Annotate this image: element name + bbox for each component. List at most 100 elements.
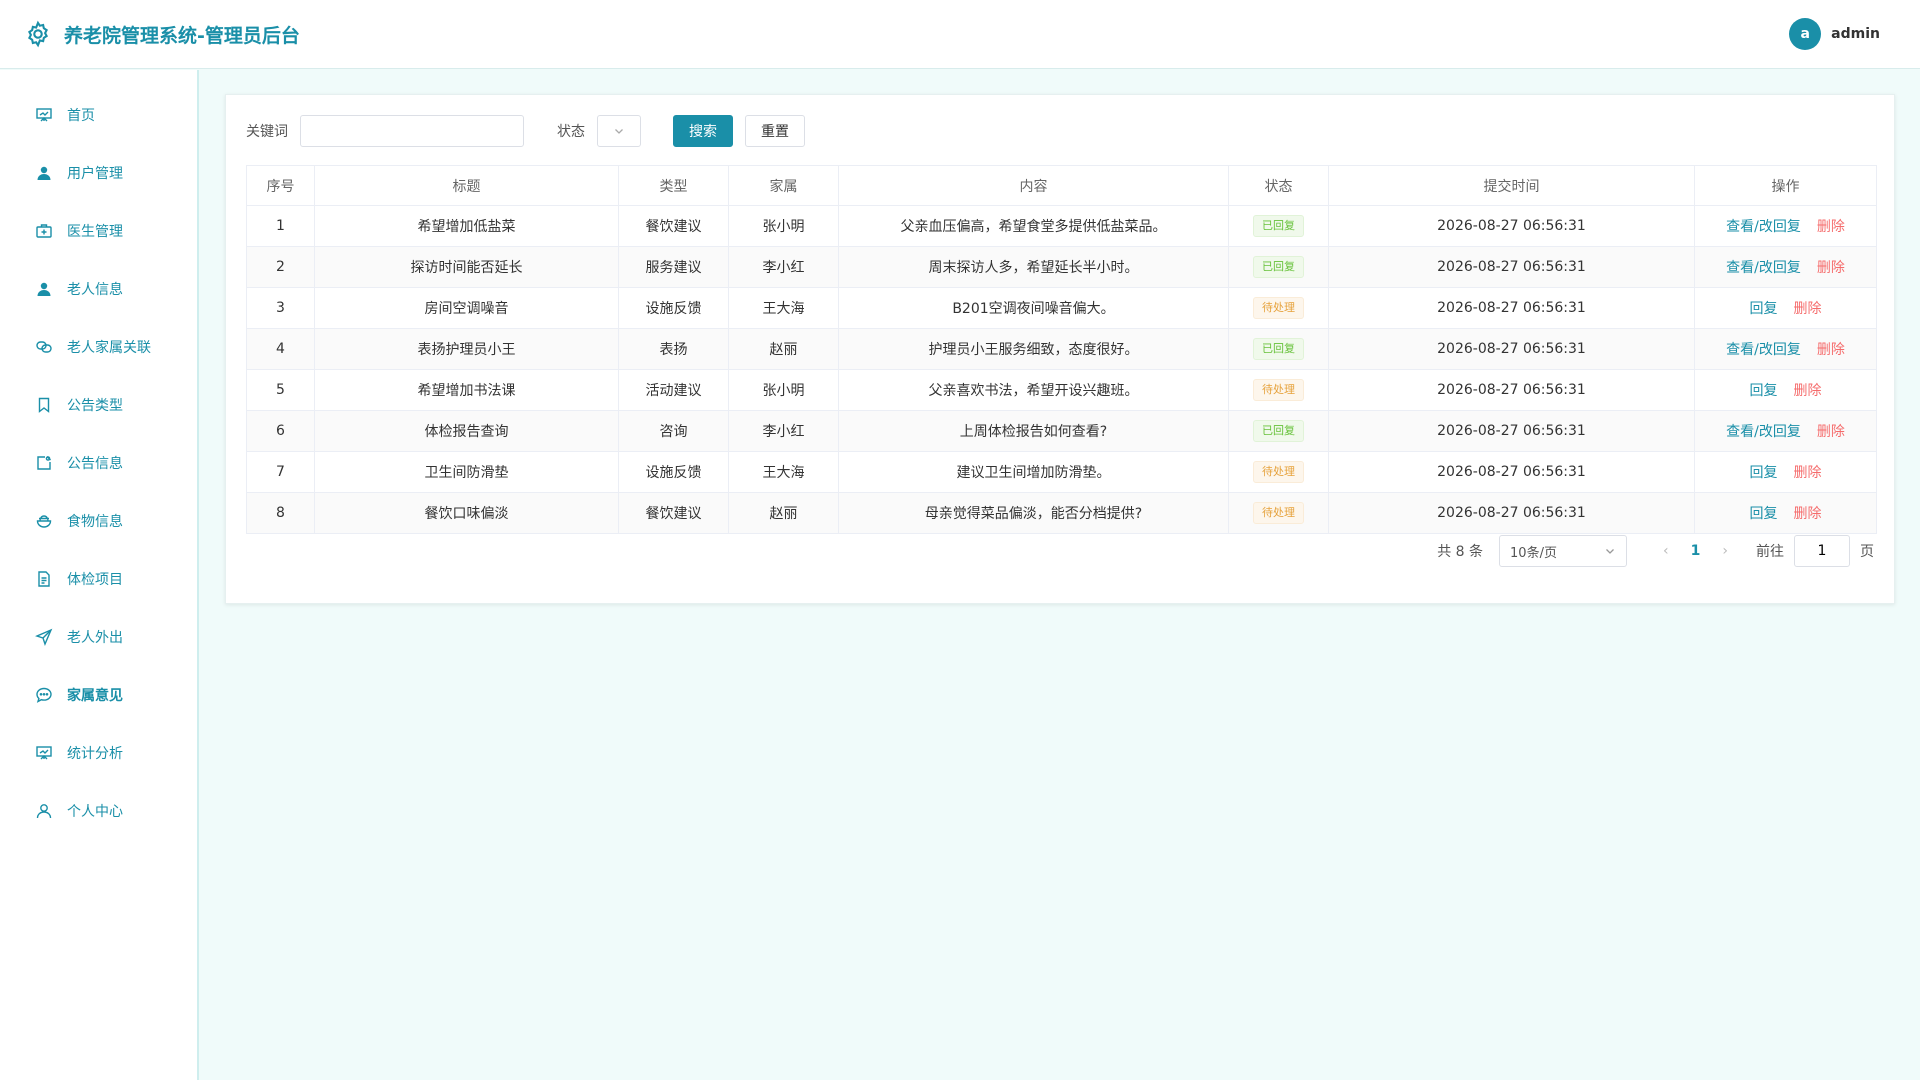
delete-link[interactable]: 删除 (1794, 383, 1822, 399)
status-badge: 已回复 (1253, 256, 1304, 278)
gear-icon (28, 20, 48, 48)
page-size-value: 10条/页 (1510, 545, 1557, 561)
sidebar-item-label: 公告类型 (67, 398, 123, 414)
cell-actions: 回复 删除 (1694, 287, 1877, 329)
sidebar-item-label: 老人家属关联 (67, 340, 151, 356)
sidebar-item-8[interactable]: 体检项目 (0, 550, 197, 608)
sidebar-item-6[interactable]: 公告信息 (0, 434, 197, 492)
sidebar-item-label: 统计分析 (67, 746, 123, 762)
column-header: 状态 (1228, 165, 1329, 206)
prev-page-button[interactable]: ‹ (1663, 543, 1669, 559)
cell-actions: 回复 删除 (1694, 369, 1877, 411)
cell-actions: 查看/改回复 删除 (1694, 246, 1877, 288)
sidebar-item-2[interactable]: 医生管理 (0, 202, 197, 260)
sidebar-item-3[interactable]: 老人信息 (0, 260, 197, 318)
sidebar-item-label: 首页 (67, 108, 95, 124)
sidebar-item-5[interactable]: 公告类型 (0, 376, 197, 434)
cell-status: 待处理 (1228, 287, 1329, 329)
sidebar-item-10[interactable]: 家属意见 (0, 666, 197, 724)
cell-family: 王大海 (728, 287, 839, 329)
reply-link[interactable]: 回复 (1750, 465, 1778, 481)
reset-button[interactable]: 重置 (745, 115, 805, 147)
presentation-icon (35, 744, 53, 762)
cell-title: 餐饮口味偏淡 (314, 492, 619, 534)
cell-no: 6 (246, 410, 315, 452)
cell-type: 服务建议 (618, 246, 729, 288)
cell-time: 2026-08-27 06:56:31 (1328, 205, 1695, 247)
user-filled-icon (35, 164, 53, 182)
status-label: 状态 (557, 124, 585, 140)
delete-link[interactable]: 删除 (1817, 342, 1845, 358)
chevron-down-icon (615, 129, 623, 134)
sidebar-item-12[interactable]: 个人中心 (0, 782, 197, 840)
sidebar-item-9[interactable]: 老人外出 (0, 608, 197, 666)
cell-time: 2026-08-27 06:56:31 (1328, 369, 1695, 411)
cell-time: 2026-08-27 06:56:31 (1328, 246, 1695, 288)
reply-link[interactable]: 回复 (1750, 506, 1778, 522)
sidebar-item-label: 食物信息 (67, 514, 123, 530)
cell-no: 3 (246, 287, 315, 329)
username[interactable]: admin (1831, 26, 1880, 42)
cell-no: 7 (246, 451, 315, 493)
sidebar-item-7[interactable]: 食物信息 (0, 492, 197, 550)
cell-type: 活动建议 (618, 369, 729, 411)
status-select[interactable] (597, 115, 641, 147)
pagination: 共 8 条 10条/页 ‹ 1 › 前往 页 (1437, 535, 1874, 567)
view-edit-reply-link[interactable]: 查看/改回复 (1726, 424, 1801, 440)
feedback-table: 序号 标题 类型 家属 内容 状态 提交时间 操作 1 希望增加低盐菜 餐饮建议 张小明 父亲血压偏高… (246, 165, 1877, 534)
cell-content: 父亲喜欢书法，希望开设兴趣班。 (838, 369, 1229, 411)
cell-status: 已回复 (1228, 246, 1329, 288)
cell-time: 2026-08-27 06:56:31 (1328, 287, 1695, 329)
cell-status: 待处理 (1228, 369, 1329, 411)
column-header: 内容 (838, 165, 1229, 206)
table-row: 7 卫生间防滑垫 设施反馈 王大海 建议卫生间增加防滑垫。 待处理 2026-08-27 0… (246, 451, 1877, 493)
view-edit-reply-link[interactable]: 查看/改回复 (1726, 260, 1801, 276)
cell-type: 餐饮建议 (618, 492, 729, 534)
cell-type: 表扬 (618, 328, 729, 370)
delete-link[interactable]: 删除 (1794, 506, 1822, 522)
sidebar-item-11[interactable]: 统计分析 (0, 724, 197, 782)
view-edit-reply-link[interactable]: 查看/改回复 (1726, 219, 1801, 235)
cell-status: 待处理 (1228, 492, 1329, 534)
sidebar-item-0[interactable]: 首页 (0, 86, 197, 144)
user-menu[interactable]: a admin (1789, 18, 1880, 50)
delete-link[interactable]: 删除 (1794, 465, 1822, 481)
keyword-input[interactable] (300, 115, 524, 147)
cell-type: 设施反馈 (618, 451, 729, 493)
delete-link[interactable]: 删除 (1817, 424, 1845, 440)
delete-link[interactable]: 删除 (1794, 301, 1822, 317)
reply-link[interactable]: 回复 (1750, 383, 1778, 399)
goto-page-input[interactable] (1794, 535, 1850, 567)
sidebar-item-4[interactable]: 老人家属关联 (0, 318, 197, 376)
cell-title: 卫生间防滑垫 (314, 451, 619, 493)
sidebar-item-label: 体检项目 (67, 572, 123, 588)
cell-type: 咨询 (618, 410, 729, 452)
page-number[interactable]: 1 (1691, 543, 1701, 559)
cell-family: 赵丽 (728, 328, 839, 370)
cell-family: 张小明 (728, 205, 839, 247)
cell-family: 张小明 (728, 369, 839, 411)
cell-family: 赵丽 (728, 492, 839, 534)
next-page-button[interactable]: › (1722, 543, 1728, 559)
status-badge: 待处理 (1253, 379, 1304, 401)
table-row: 2 探访时间能否延长 服务建议 李小红 周末探访人多，希望延长半小时。 已回复 2026-0… (246, 246, 1877, 288)
cell-time: 2026-08-27 06:56:31 (1328, 410, 1695, 452)
sidebar-item-1[interactable]: 用户管理 (0, 144, 197, 202)
page-size-select[interactable]: 10条/页 (1499, 535, 1628, 567)
reply-link[interactable]: 回复 (1750, 301, 1778, 317)
cell-actions: 查看/改回复 删除 (1694, 205, 1877, 247)
column-header: 类型 (618, 165, 729, 206)
column-header: 提交时间 (1328, 165, 1695, 206)
avatar[interactable]: a (1789, 18, 1822, 50)
delete-link[interactable]: 删除 (1817, 219, 1845, 235)
view-edit-reply-link[interactable]: 查看/改回复 (1726, 342, 1801, 358)
table-row: 4 表扬护理员小王 表扬 赵丽 护理员小王服务细致，态度很好。 已回复 2026-08-27… (246, 328, 1877, 370)
sidebar-item-label: 家属意见 (67, 688, 123, 704)
user-outline-icon (35, 802, 53, 820)
status-badge: 待处理 (1253, 297, 1304, 319)
search-button[interactable]: 搜索 (673, 115, 733, 147)
cell-content: 母亲觉得菜品偏淡，能否分档提供? (838, 492, 1229, 534)
delete-link[interactable]: 删除 (1817, 260, 1845, 276)
feedback-panel: 关键词 状态 搜索 重置 序号 标题 类型 家属 内容 状态 提交时间 操作 1 希望增加低盐菜… (225, 94, 1895, 604)
bookmark-icon (35, 396, 53, 414)
